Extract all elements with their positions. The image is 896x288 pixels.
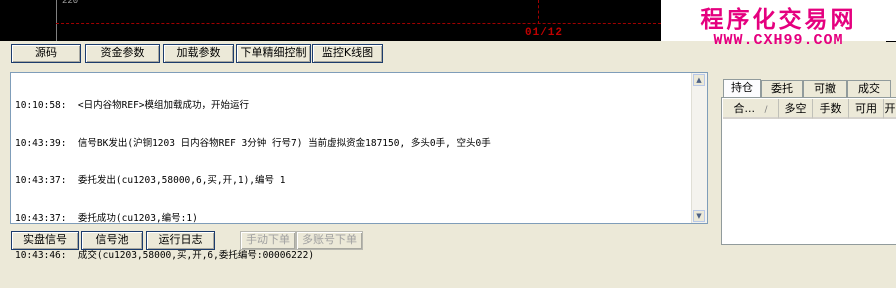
live-signal-button[interactable]: 实盘信号 (11, 231, 79, 250)
cursor-line (538, 0, 539, 24)
tab-orders[interactable]: 委托 (761, 80, 803, 97)
log-line: 10:43:39: 信号BK发出(沪铜1203 日内谷物REF 3分钟 行号7)… (15, 137, 491, 149)
log-scrollbar[interactable]: ▲ ▼ (691, 73, 707, 223)
divider (886, 41, 896, 42)
price-line (56, 23, 661, 24)
sort-icon: / (764, 105, 768, 115)
positions-table[interactable]: 合... / 多空 手数 可用 开 (721, 97, 896, 245)
log-line: 10:43:46: 成交(cu1203,58000,买,开,6,委托编号:000… (15, 250, 315, 261)
manual-order-button[interactable]: 手动下单 (240, 231, 296, 250)
column-header-contract[interactable]: 合... / (723, 99, 779, 119)
position-tabs: 持仓 委托 可撤 成交 (721, 79, 896, 97)
signal-pool-button[interactable]: 信号池 (81, 231, 143, 250)
tab-cancelable[interactable]: 可撤 (803, 80, 847, 97)
column-header-label: 合... (733, 102, 755, 115)
order-control-button[interactable]: 下单精细控制 (236, 44, 311, 63)
chart-area[interactable]: 220 01/12 (0, 0, 661, 41)
cursor-date-label: 01/12 (525, 27, 564, 39)
watermark-url: WWW.CXH99.COM (713, 32, 844, 49)
column-header-available[interactable]: 可用 (849, 99, 884, 119)
column-header-open[interactable]: 开 (884, 99, 896, 119)
watermark-title: 程序化交易网 (700, 6, 857, 33)
column-header-direction[interactable]: 多空 (779, 99, 813, 119)
axis-price-label: 220 (62, 0, 79, 6)
run-log[interactable]: 10:10:58: <日内谷物REF>模组加载成功，开始运行 10:43:39:… (10, 72, 708, 261)
multi-account-order-button[interactable]: 多账号下单 (296, 231, 363, 250)
log-lines: 10:10:58: <日内谷物REF>模组加载成功，开始运行 10:43:39:… (15, 75, 689, 288)
log-line: 10:43:37: 委托发出(cu1203,58000,6,买,开,1),编号 … (15, 175, 286, 186)
chart-axis-line (56, 0, 57, 41)
log-line: 10:10:58: <日内谷物REF>模组加载成功，开始运行 (15, 100, 250, 111)
column-header-quantity[interactable]: 手数 (813, 99, 849, 119)
tab-trades[interactable]: 成交 (847, 80, 891, 97)
run-log-button[interactable]: 运行日志 (146, 231, 215, 250)
capital-params-button[interactable]: 资金参数 (85, 44, 160, 63)
log-line: 10:43:37: 委托成功(cu1203,编号:1) (15, 212, 198, 224)
tab-positions[interactable]: 持仓 (723, 79, 761, 97)
watermark-logo: 程序化交易网 WWW.CXH99.COM (661, 0, 896, 49)
monitor-kline-button[interactable]: 监控K线图 (312, 44, 383, 63)
scroll-up-icon[interactable]: ▲ (693, 74, 705, 86)
scroll-down-icon[interactable]: ▼ (693, 210, 705, 222)
source-code-button[interactable]: 源码 (11, 44, 81, 63)
load-params-button[interactable]: 加载参数 (163, 44, 234, 63)
